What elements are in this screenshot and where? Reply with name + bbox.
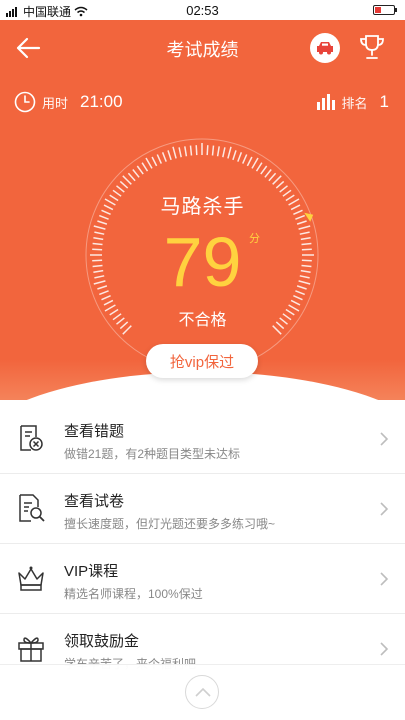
- gauge-tick: [232, 150, 237, 161]
- trophy-button[interactable]: [357, 32, 387, 62]
- gauge-tick: [136, 165, 144, 175]
- status-bar: 中国联通 02:53: [0, 0, 405, 20]
- gauge-tick: [227, 146, 232, 159]
- score-title: 马路杀手: [160, 196, 245, 218]
- chevron-right-icon: [380, 502, 389, 516]
- gauge-tick: [132, 169, 140, 178]
- car-button[interactable]: [310, 33, 340, 63]
- bottom-bar: [0, 664, 405, 720]
- item-title: VIP课程: [64, 563, 119, 580]
- gauge-tick: [178, 147, 182, 158]
- gauge-tick: [172, 146, 177, 159]
- gauge-tick: [211, 145, 215, 156]
- exam-paper-icon: [19, 494, 45, 522]
- gauge-tick: [206, 145, 209, 156]
- time-label: 用时: [42, 95, 69, 111]
- rank-value: 1: [379, 92, 389, 111]
- item-desc: 擅长速度题，但灯光题还要多多练习哦~: [64, 517, 276, 531]
- item-title: 查看错题: [64, 423, 125, 440]
- gauge-tick: [127, 172, 136, 182]
- wrong-questions-icon: [20, 425, 43, 451]
- vip-pass-button[interactable]: 抢vip保过: [146, 344, 258, 378]
- gauge-tick: [264, 169, 272, 178]
- list-item-wrong-questions[interactable]: 查看错题 做错21题，有2种题目类型未达标: [0, 404, 405, 474]
- rank-label: 排名: [341, 95, 368, 111]
- list-item-exam-paper[interactable]: 查看试卷 擅长速度题，但灯光题还要多多练习哦~: [0, 474, 405, 544]
- item-desc: 做错21题，有2种题目类型未达标: [64, 447, 241, 461]
- gauge-tick: [122, 175, 132, 185]
- gauge-tick: [237, 152, 243, 162]
- gift-icon: [18, 637, 44, 662]
- gauge-tick: [255, 162, 263, 172]
- chevron-up-icon: [195, 687, 211, 697]
- gauge-tick: [156, 154, 162, 164]
- trophy-icon: [360, 35, 384, 59]
- gauge-tick: [195, 145, 198, 156]
- list-item-vip-course[interactable]: VIP课程 精选名师课程，100%保过: [0, 544, 405, 614]
- gauge-tick: [216, 146, 220, 157]
- page-title: 考试成绩: [166, 40, 239, 60]
- gauge-tick: [167, 150, 172, 161]
- gauge-tick: [189, 145, 193, 156]
- score-result: 不合格: [178, 312, 227, 329]
- gauge-tick: [151, 156, 158, 167]
- crown-icon: [18, 566, 44, 591]
- gauge-tick: [268, 172, 277, 182]
- item-title: 领取鼓励金: [64, 633, 140, 650]
- gauge-tick: [184, 146, 188, 157]
- time-used: 用时 21:00: [14, 88, 123, 116]
- item-desc: 精选名师课程，100%保过: [64, 587, 203, 601]
- car-icon: [317, 42, 333, 55]
- clock-icon: [14, 91, 36, 113]
- item-title: 查看试卷: [64, 493, 125, 510]
- options-list: 查看错题 做错21题，有2种题目类型未达标 查看试卷 擅长速度题，但灯光题还要多…: [0, 404, 405, 684]
- gauge-tick: [272, 175, 282, 185]
- status-time: 02:53: [186, 3, 219, 18]
- nav-bar: 考试成绩: [0, 28, 405, 68]
- time-value: 21:00: [80, 92, 123, 111]
- scroll-up-button[interactable]: [185, 675, 219, 709]
- gauge-tick: [145, 157, 153, 169]
- bar-chart-icon: [316, 94, 335, 110]
- chevron-right-icon: [380, 572, 389, 586]
- battery-icon: [373, 5, 397, 15]
- gauge-tick: [242, 154, 248, 164]
- score-value: 79: [163, 223, 242, 301]
- gauge-tick: [246, 156, 253, 167]
- gauge-tick: [222, 147, 226, 158]
- gauge-tick: [275, 180, 285, 189]
- gauge-tick: [251, 157, 259, 169]
- rank-info[interactable]: 排名 1: [316, 88, 389, 116]
- gauge-tick: [141, 162, 149, 172]
- score-unit: 分: [249, 233, 260, 245]
- gauge-tick: [119, 180, 129, 189]
- chevron-right-icon: [380, 432, 389, 446]
- gauge-tick: [161, 152, 167, 162]
- chevron-right-icon: [380, 642, 389, 656]
- gauge-tick: [260, 165, 268, 175]
